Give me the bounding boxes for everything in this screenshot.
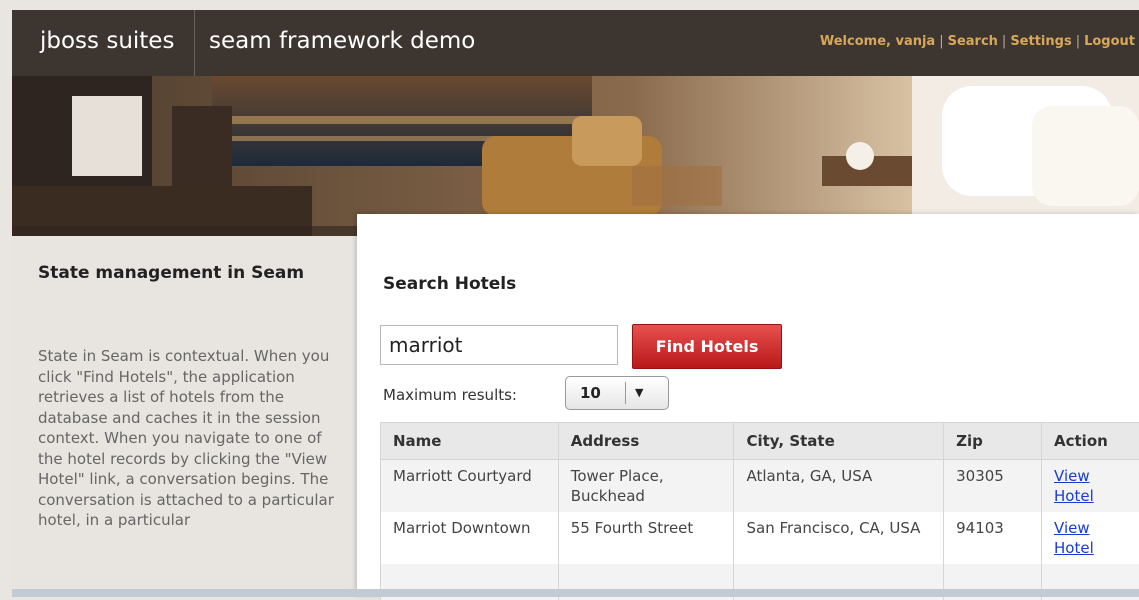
top-nav: Welcome, vanja|Search|Settings|Logout (820, 34, 1135, 49)
app-title: seam framework demo (209, 28, 475, 54)
welcome-text: Welcome, vanja (820, 34, 935, 49)
col-zip-header: Zip (944, 423, 1042, 460)
find-hotels-button[interactable]: Find Hotels (632, 324, 782, 369)
hotel-address: 55 Fourth Street (558, 512, 734, 564)
nav-separator: | (935, 34, 947, 49)
hotel-name: Marriot Downtown (381, 512, 559, 564)
hotel-address: Tower Place, Buckhead (558, 460, 734, 513)
page-title: Search Hotels (383, 274, 516, 294)
chevron-down-icon: ▼ (635, 386, 643, 399)
table-row: Marriot Downtown 55 Fourth Street San Fr… (381, 512, 1139, 564)
nav-separator: | (998, 34, 1010, 49)
view-hotel-cell: View Hotel (1042, 460, 1139, 513)
hotel-city: Atlanta, GA, USA (734, 460, 944, 513)
sidebar-title: State management in Seam (38, 262, 338, 284)
col-action-header: Action (1042, 423, 1139, 460)
top-header: jboss suites seam framework demo Welcome… (12, 10, 1139, 76)
hotel-zip: 30305 (944, 460, 1042, 513)
max-results-value: 10 (580, 384, 601, 402)
nav-logout-link[interactable]: Logout (1084, 34, 1135, 49)
horizontal-scrollbar[interactable] (12, 589, 1139, 597)
hotel-zip: 94103 (944, 512, 1042, 564)
nav-separator: | (1072, 34, 1084, 49)
brand-logo: jboss suites (40, 28, 174, 54)
col-name-header: Name (381, 423, 559, 460)
results-table: Name Address City, State Zip Action Marr… (380, 422, 1139, 600)
nav-settings-link[interactable]: Settings (1010, 34, 1071, 49)
table-row: Marriott Courtyard Tower Place, Buckhead… (381, 460, 1139, 513)
col-city-header: City, State (734, 423, 944, 460)
banner-image (12, 76, 1139, 236)
col-address-header: Address (558, 423, 734, 460)
hotel-name: Marriott Courtyard (381, 460, 559, 513)
view-hotel-link[interactable]: View Hotel (1054, 467, 1094, 505)
main-content: Search Hotels Find Hotels Maximum result… (357, 214, 1139, 597)
select-divider (625, 382, 626, 404)
max-results-select[interactable]: 10 ▼ (565, 376, 669, 410)
max-results-label: Maximum results: (383, 386, 517, 404)
hotel-room-banner (12, 76, 1139, 236)
nav-search-link[interactable]: Search (948, 34, 998, 49)
view-hotel-link[interactable]: View Hotel (1054, 519, 1094, 557)
sidebar-description: State in Seam is contextual. When you cl… (38, 346, 348, 586)
search-input[interactable] (380, 325, 618, 365)
hotel-city: San Francisco, CA, USA (734, 512, 944, 564)
view-hotel-cell: View Hotel (1042, 512, 1139, 564)
header-divider (194, 10, 195, 76)
table-header-row: Name Address City, State Zip Action (381, 423, 1139, 460)
sidebar: State management in Seam State in Seam i… (12, 236, 357, 597)
